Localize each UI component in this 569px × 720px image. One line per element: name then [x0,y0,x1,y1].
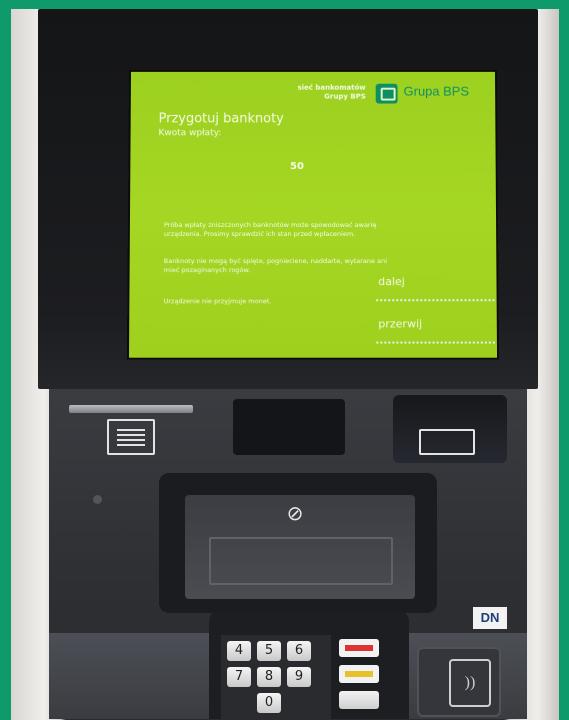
cancel-button[interactable]: przerwij [376,317,495,344]
network-label: sieć bankomatów Grupy BPS [298,84,366,102]
speech-bubble-icon [375,83,398,104]
info-damaged-notes: Próba wpłaty zniszczonych banknotów może… [163,220,377,239]
pin-keypad: 4 5 6 7 8 9 0 [221,635,331,720]
receipt-slot [69,405,193,413]
clear-key[interactable] [339,665,379,683]
indicator-light [93,495,102,504]
cash-slot-inner: ⊘ [185,495,415,599]
screen-bezel: sieć bankomatów Grupy BPS Grupa BPS Przy… [38,9,538,389]
manufacturer-logo: DN [473,607,507,629]
info-note-condition: Banknoty nie mogą być spięte, pogniecien… [163,257,388,275]
card-slot [393,395,507,463]
next-button[interactable]: dalej [376,275,495,302]
key-8[interactable]: 8 [257,667,281,687]
no-coins-icon: ⊘ [286,501,304,525]
network-label-line2: Grupy BPS [324,92,366,101]
cancel-key[interactable] [339,639,379,657]
cash-deposit-slot: ⊘ [159,473,437,613]
card-icon [419,429,475,455]
key-5[interactable]: 5 [257,641,281,661]
atm-photo: sieć bankomatów Grupy BPS Grupa BPS Przy… [11,9,559,720]
key-6[interactable]: 6 [287,641,311,661]
key-0[interactable]: 0 [257,693,281,713]
contactless-reader[interactable]: )) [417,647,501,717]
camera-panel [233,399,345,455]
atm-screen: sieć bankomatów Grupy BPS Grupa BPS Przy… [128,71,498,358]
blank-key[interactable] [339,691,379,709]
grupa-bps-logo: Grupa BPS [375,82,488,110]
key-4[interactable]: 4 [227,641,251,661]
amount-label: Kwota wpłaty: [158,128,222,139]
key-9[interactable]: 9 [287,667,311,687]
network-label-line1: sieć bankomatów [297,83,366,92]
logo-name: Grupa BPS [403,83,470,99]
photo-frame: sieć bankomatów Grupy BPS Grupa BPS Przy… [0,0,569,720]
amount-value: 50 [290,161,304,173]
cash-flap [209,537,393,585]
receipt-icon [107,419,155,455]
info-no-coins: Urządzenie nie przyjmuje monet. [163,297,272,306]
screen-title: Przygotuj banknoty [158,111,284,127]
atm-console: ⊘ DN 4 5 6 7 8 9 0 )) [49,389,527,720]
contactless-icon: )) [449,659,491,707]
key-7[interactable]: 7 [227,667,251,687]
